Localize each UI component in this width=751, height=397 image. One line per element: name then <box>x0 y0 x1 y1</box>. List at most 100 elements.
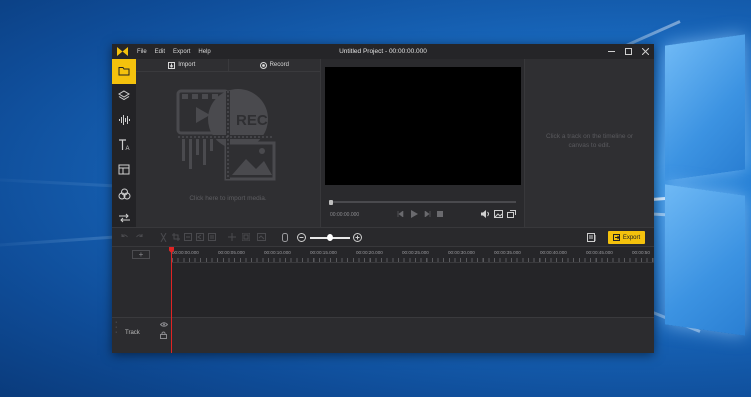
preview-scrubber[interactable] <box>329 199 516 205</box>
ruler-label: 00:00:30.000 <box>448 250 475 255</box>
ruler-label: 00:00:20.000 <box>356 250 383 255</box>
film-rec-illustration-icon: REC <box>176 89 276 181</box>
zoom-in-icon[interactable] <box>353 233 362 242</box>
template-icon <box>118 164 130 175</box>
windows-logo <box>665 34 751 397</box>
transport-controls <box>397 210 443 218</box>
fullscreen-icon[interactable] <box>507 210 516 218</box>
menu-edit[interactable]: Edit <box>155 49 165 55</box>
record-icon <box>259 61 267 69</box>
timeline: + 00:00:00.000 00:00:05.000 00:00:10.000… <box>112 247 654 353</box>
volume-icon[interactable] <box>481 210 490 218</box>
ruler-label: 00:00:00.000 <box>172 250 199 255</box>
sidebar-item-text[interactable]: A <box>112 133 136 158</box>
app-logo <box>116 46 128 58</box>
menu-help[interactable]: Help <box>198 49 210 55</box>
ruler-label: 00:00:40.000 <box>540 250 567 255</box>
menu-file[interactable]: File <box>137 49 147 55</box>
duration-icon[interactable] <box>242 233 250 241</box>
preview-timecode: 00:00:00.000 <box>330 212 360 218</box>
split-icon[interactable] <box>160 233 167 242</box>
sidebar-item-filters[interactable] <box>112 182 136 207</box>
video-editor-window: File Edit Export Help Untitled Project -… <box>112 44 654 353</box>
layers-icon <box>118 90 130 101</box>
minimize-button[interactable] <box>603 44 620 59</box>
next-frame-icon[interactable] <box>424 211 431 217</box>
preview-panel: 00:00:00.000 <box>320 59 524 227</box>
speed-icon[interactable] <box>184 233 192 241</box>
transitions-icon <box>118 213 130 223</box>
record-tab[interactable]: Record <box>227 59 321 71</box>
undo-icon[interactable] <box>120 233 128 241</box>
export-button[interactable]: Export <box>608 231 645 244</box>
eye-icon[interactable] <box>160 322 168 327</box>
track-controls <box>160 322 168 339</box>
text-icon: A <box>118 139 129 151</box>
ruler-label: 00:00:15.000 <box>310 250 337 255</box>
minimize-icon <box>608 51 615 52</box>
scrubber-handle[interactable] <box>329 199 333 205</box>
maximize-icon <box>625 48 632 55</box>
import-tab[interactable]: Import <box>136 59 228 71</box>
stop-icon[interactable] <box>437 211 443 217</box>
mark-icon[interactable] <box>282 233 288 242</box>
freeze-icon[interactable] <box>208 233 216 241</box>
edit-toolbar: Export <box>112 227 654 247</box>
close-icon <box>642 48 649 55</box>
sidebar-item-media[interactable] <box>112 59 136 84</box>
drag-handle-icon[interactable]: · · · <box>115 319 117 336</box>
ruler-label: 00:00:25.000 <box>402 250 429 255</box>
ruler-label: 00:00:05.000 <box>218 250 245 255</box>
import-media-illustration[interactable]: REC <box>176 85 280 191</box>
media-tabs: Import Record <box>136 59 320 72</box>
ruler-label: 00:00:10.000 <box>264 250 291 255</box>
title-bar: File Edit Export Help Untitled Project -… <box>112 44 654 59</box>
reverse-icon[interactable] <box>196 233 204 241</box>
export-settings-icon[interactable] <box>587 233 597 242</box>
sidebar-item-audio[interactable] <box>112 108 136 133</box>
preview-canvas[interactable] <box>325 67 521 185</box>
sidebar-item-layers[interactable] <box>112 84 136 109</box>
play-icon[interactable] <box>410 210 418 218</box>
ruler-ticks <box>172 258 654 262</box>
preview-tools <box>481 210 516 218</box>
import-hint[interactable]: Click here to import media. <box>136 195 320 202</box>
playhead[interactable] <box>171 247 172 353</box>
svg-text:A: A <box>125 146 129 151</box>
media-panel: Import Record REC Click here to import m… <box>136 59 320 227</box>
menu-export[interactable]: Export <box>173 49 190 55</box>
tool-sidebar: A <box>112 59 136 227</box>
export-label: Export <box>622 234 641 241</box>
sidebar-item-templates[interactable] <box>112 157 136 182</box>
import-icon <box>168 61 176 69</box>
folder-icon <box>118 67 130 76</box>
menu-bar: File Edit Export Help <box>137 49 219 55</box>
filters-icon <box>118 188 130 200</box>
lock-icon[interactable] <box>160 331 167 339</box>
add-track-button[interactable]: + <box>132 250 150 259</box>
crop-icon[interactable] <box>172 233 180 241</box>
cut-icon[interactable] <box>228 233 236 241</box>
window-controls <box>603 44 654 59</box>
previous-frame-icon[interactable] <box>397 211 404 217</box>
ruler-label: 00:00:50 <box>632 250 650 255</box>
ruler-label: 00:00:45.000 <box>586 250 613 255</box>
snapshot-icon[interactable] <box>494 210 503 218</box>
close-button[interactable] <box>637 44 654 59</box>
record-label: Record <box>269 62 289 68</box>
zoom-out-icon[interactable] <box>297 233 306 242</box>
timeline-ruler[interactable]: 00:00:00.000 00:00:05.000 00:00:10.000 0… <box>172 247 654 263</box>
audio-wave-icon <box>118 115 130 126</box>
track-label: Track <box>125 330 140 336</box>
export-icon <box>612 234 620 241</box>
maximize-button[interactable] <box>620 44 637 59</box>
mosaic-icon[interactable] <box>257 233 266 241</box>
ruler-label: 00:00:35.000 <box>494 250 521 255</box>
properties-panel: Click a track on the timeline or canvas … <box>524 59 654 227</box>
import-label: Import <box>178 62 196 68</box>
properties-hint: Click a track on the timeline or canvas … <box>545 133 634 149</box>
zoom-slider-handle[interactable] <box>327 234 333 241</box>
rec-art-text: REC <box>236 112 268 129</box>
redo-icon[interactable] <box>136 233 144 241</box>
track-row[interactable]: · · · Track <box>112 317 654 353</box>
